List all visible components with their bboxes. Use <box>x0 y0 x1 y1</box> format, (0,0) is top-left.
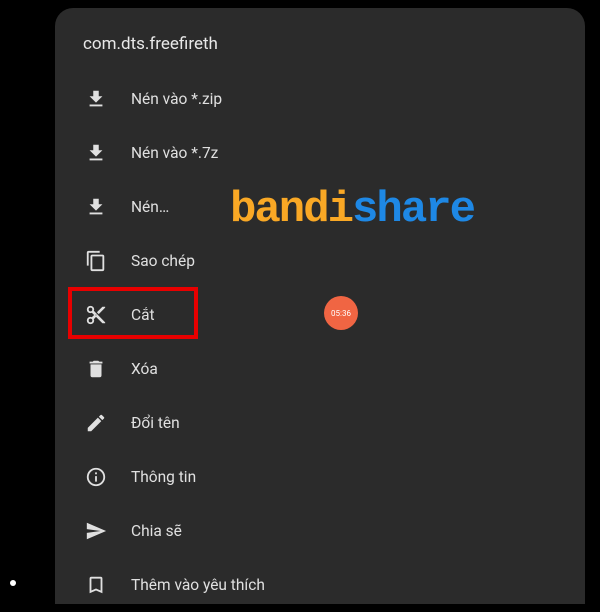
menu-item-rename[interactable]: Đổi tên <box>55 396 585 450</box>
menu-item-copy[interactable]: Sao chép <box>55 234 585 288</box>
menu-label: Đổi tên <box>131 414 180 432</box>
copy-icon <box>83 248 109 274</box>
menu-item-cut[interactable]: Cắt <box>55 288 585 342</box>
menu-item-info[interactable]: Thông tin <box>55 450 585 504</box>
cut-icon <box>83 302 109 328</box>
download-icon <box>83 140 109 166</box>
info-icon <box>83 464 109 490</box>
menu-label: Thông tin <box>131 468 196 486</box>
send-icon <box>83 518 109 544</box>
menu-title: com.dts.freefireth <box>55 8 585 72</box>
menu-label: Thêm vào yêu thích <box>131 576 265 594</box>
menu-label: Nén vào *.zip <box>131 90 222 108</box>
indicator-dot <box>10 580 16 586</box>
menu-item-zip[interactable]: Nén vào *.zip <box>55 72 585 126</box>
bookmark-icon <box>83 572 109 598</box>
menu-label: Xóa <box>131 360 158 378</box>
menu-item-7z[interactable]: Nén vào *.7z <box>55 126 585 180</box>
menu-list: Nén vào *.zip Nén vào *.7z Nén… Sao chép <box>55 72 585 612</box>
menu-label: Sao chép <box>131 252 195 270</box>
menu-label: Cắt <box>131 306 155 324</box>
context-menu-panel: com.dts.freefireth Nén vào *.zip Nén vào… <box>55 8 585 604</box>
edit-icon <box>83 410 109 436</box>
delete-icon <box>83 356 109 382</box>
menu-label: Nén… <box>131 198 169 216</box>
menu-item-delete[interactable]: Xóa <box>55 342 585 396</box>
download-icon <box>83 86 109 112</box>
menu-label: Nén vào *.7z <box>131 144 218 162</box>
download-icon <box>83 194 109 220</box>
menu-label: Chia sẽ <box>131 522 182 540</box>
menu-item-share[interactable]: Chia sẽ <box>55 504 585 558</box>
menu-item-compress[interactable]: Nén… <box>55 180 585 234</box>
